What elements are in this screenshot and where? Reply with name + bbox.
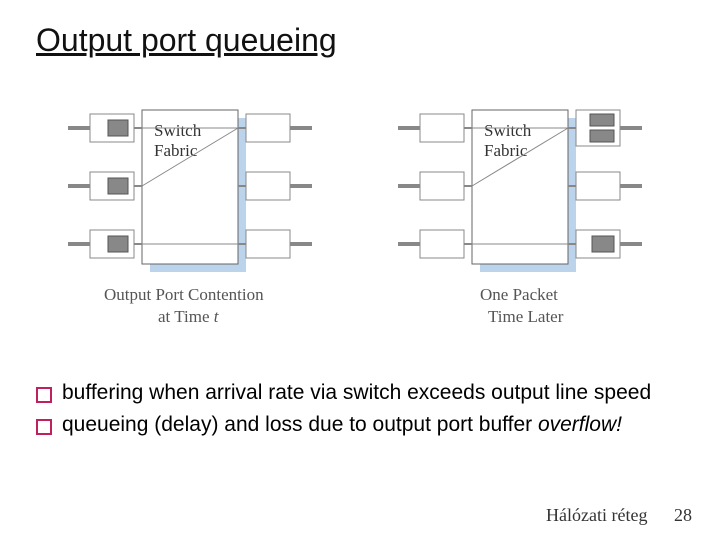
left-caption-1: Output Port Contention (104, 285, 264, 304)
footer-label: Hálózati réteg (546, 505, 647, 525)
bullet-list: buffering when arrival rate via switch e… (36, 380, 676, 445)
page-number: 28 (674, 505, 692, 526)
queueing-diagram: Switch Fabric (60, 100, 680, 350)
left-output-ports (238, 114, 312, 258)
slide-title: Output port queueing (36, 22, 337, 59)
sf-label-right-1: Switch (484, 121, 532, 140)
bullet-text: buffering when arrival rate via switch e… (62, 380, 676, 406)
sf-label-left-1: Switch (154, 121, 202, 140)
left-input-ports (68, 114, 142, 258)
sf-label-left-2: Fabric (154, 141, 198, 160)
left-panel: Switch Fabric (68, 110, 312, 326)
sf-label-right-2: Fabric (484, 141, 528, 160)
slide-footer: Hálózati réteg 28 (546, 505, 692, 526)
bullet-text: queueing (delay) and loss due to output … (62, 412, 676, 438)
right-panel: Switch Fabric (398, 110, 642, 326)
right-caption-1: One Packet (480, 285, 558, 304)
bullet-marker-icon (36, 419, 52, 435)
right-caption-2: Time Later (488, 307, 564, 326)
diagram-area: Switch Fabric (60, 100, 680, 350)
right-output-ports (568, 110, 642, 258)
bullet-item: buffering when arrival rate via switch e… (36, 380, 676, 406)
right-input-ports (398, 114, 472, 258)
bullet-item: queueing (delay) and loss due to output … (36, 412, 676, 438)
left-caption-2: at Time t (158, 307, 220, 326)
bullet-marker-icon (36, 387, 52, 403)
